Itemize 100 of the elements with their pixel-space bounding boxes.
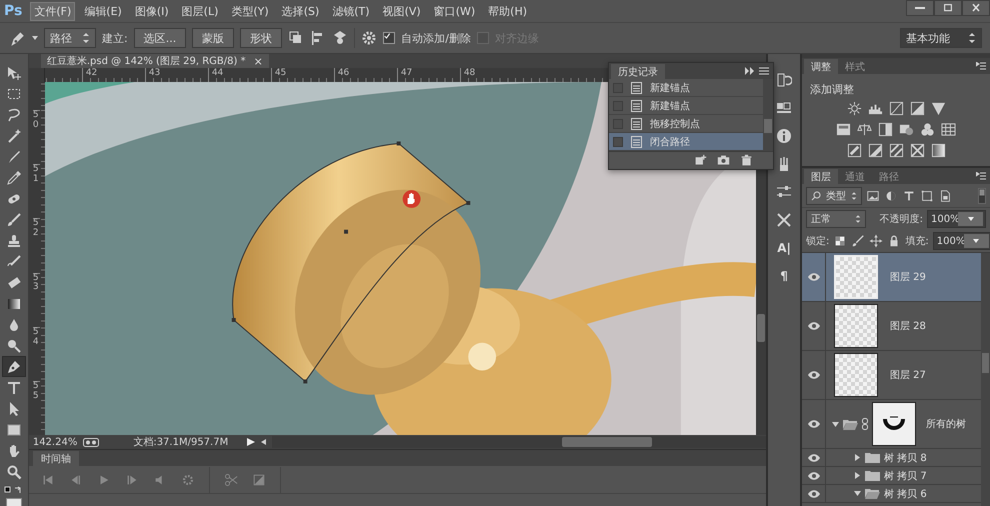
pen-tool[interactable] [2,356,26,377]
selective-color-icon[interactable] [910,143,924,158]
history-state[interactable]: 新建锚点 [609,97,763,115]
gradient-map-icon[interactable] [930,143,946,158]
link-icon [862,418,868,430]
snapshot-source-checkbox[interactable] [613,136,623,146]
scrollbar-thumb[interactable] [757,314,766,342]
workspace-dropdown[interactable]: 基本功能 [900,28,982,48]
close-tab-button[interactable]: × [254,56,263,66]
panel-menu-icon[interactable] [976,62,986,70]
brush-icon[interactable] [851,234,866,248]
eye-icon[interactable] [808,371,820,379]
caret-icon[interactable] [854,454,861,461]
adjustment-filter-icon[interactable] [884,188,898,202]
invert-icon[interactable] [846,143,862,158]
shape-filter-icon[interactable] [920,188,934,202]
maximize-button[interactable] [934,0,962,16]
vertical-scrollbar[interactable] [763,79,773,151]
history-state[interactable]: 新建锚点 [609,79,763,97]
brightness-icon[interactable] [846,101,862,116]
fill-field[interactable]: 100% [932,232,990,250]
vertical-scrollbar[interactable] [981,253,990,506]
desaturate-icon[interactable] [878,122,893,137]
triangle-icon[interactable] [930,101,946,116]
eye-icon[interactable] [808,454,820,462]
menu-item[interactable]: 图像(I) [130,2,173,20]
panel-menu-icon[interactable] [759,67,769,75]
photo-filter-icon[interactable] [899,122,914,137]
balance-icon[interactable] [857,122,872,137]
build-button[interactable]: 形状 [240,28,282,48]
menu-item[interactable]: 选择(S) [278,2,324,20]
caret-icon[interactable] [854,490,861,497]
caret-icon[interactable] [832,420,839,428]
menu-item[interactable]: 图层(L) [178,2,222,20]
horizontal-scrollbar[interactable] [272,436,766,448]
checkbox[interactable] [383,32,396,44]
eye-icon[interactable] [808,273,820,281]
scrollbar-thumb[interactable] [562,437,652,447]
text-panel-button[interactable]: A| [772,236,796,260]
camera-icon[interactable] [717,154,730,167]
foreground-color-swatch[interactable] [6,498,22,506]
panel-tab[interactable]: 图层 [804,169,838,184]
move-arrows-icon[interactable] [869,234,884,248]
lock-label: 锁定: [806,234,830,248]
posterize-icon[interactable] [868,143,882,158]
build-button[interactable]: 选区... [134,28,186,48]
image-filter-icon[interactable] [866,188,880,202]
layer-filter-dropdown[interactable]: 类型 [806,186,862,204]
eye-icon[interactable] [808,490,820,498]
layer-row[interactable]: 图层 27 [802,351,981,400]
new-document-icon[interactable] [694,154,707,167]
menu-item[interactable]: 文件(F) [30,2,76,20]
lock-transparency-icon[interactable] [833,234,848,248]
menu-item[interactable]: 编辑(E) [80,2,126,20]
scrollbar-thumb[interactable] [982,353,989,373]
blend-mode-dropdown[interactable]: 正常 [806,210,866,228]
hue-icon[interactable] [836,122,851,137]
build-button[interactable]: 蒙版 [192,28,234,48]
panel-tab[interactable]: 调整 [804,59,838,74]
filter-toggle-icon[interactable] [978,188,986,204]
opacity-field[interactable]: 100% [927,210,986,228]
close-button[interactable] [962,0,990,16]
scroll-left-icon[interactable] [261,439,266,445]
smart-object-filter-icon[interactable] [938,188,952,202]
layer-row[interactable]: 所有的树 [802,400,981,449]
layer-row[interactable]: 树 拷贝 8 [802,449,981,467]
menu-item[interactable]: 视图(V) [378,2,425,20]
panel-tab[interactable]: 样式 [838,59,872,74]
timeline-tab[interactable]: 时间轴 [32,451,79,466]
layer-row[interactable]: 树 拷贝 6 [802,485,981,503]
path-mode-dropdown[interactable]: 路径 [44,28,96,48]
menu-item[interactable]: 类型(Y) [227,2,273,20]
layer-row[interactable]: 图层 28 [802,302,981,351]
dropdown-arrows-icon [851,190,857,200]
type-filter-icon[interactable] [902,188,916,202]
caret-icon[interactable] [854,472,861,479]
minimize-button[interactable] [906,0,934,16]
menu-item[interactable]: 窗口(W) [430,2,480,20]
grid-icon[interactable] [941,122,956,137]
channel-mixer-icon[interactable] [920,122,935,137]
menu-item[interactable]: 帮助(H) [484,2,532,20]
document-tab[interactable]: 红豆薏米.psd @ 142% (图层 29, RGB/8) * × [40,54,269,68]
panel-tab[interactable]: 通道 [838,169,872,184]
threshold-icon[interactable] [888,143,904,158]
play-icon[interactable] [247,438,256,446]
eye-icon[interactable] [808,420,820,428]
eye-icon[interactable] [808,472,820,480]
curves-icon[interactable] [888,101,904,116]
exposure-icon[interactable] [910,101,924,116]
layer-row[interactable]: 树 拷贝 7 [802,467,981,485]
eye-icon[interactable] [808,322,820,330]
history-state[interactable]: 闭合路径 [609,133,763,151]
panel-tab[interactable]: 历史记录 [611,64,665,79]
text-panel-button[interactable]: ¶ [772,264,796,288]
trash-icon[interactable] [740,154,753,167]
scrollbar-thumb[interactable] [764,119,772,133]
layer-row[interactable]: 图层 29 [802,253,981,302]
menu-item[interactable]: 滤镜(T) [328,2,374,20]
panel-menu-icon[interactable] [976,172,986,180]
panel-tab[interactable]: 路径 [872,169,906,184]
